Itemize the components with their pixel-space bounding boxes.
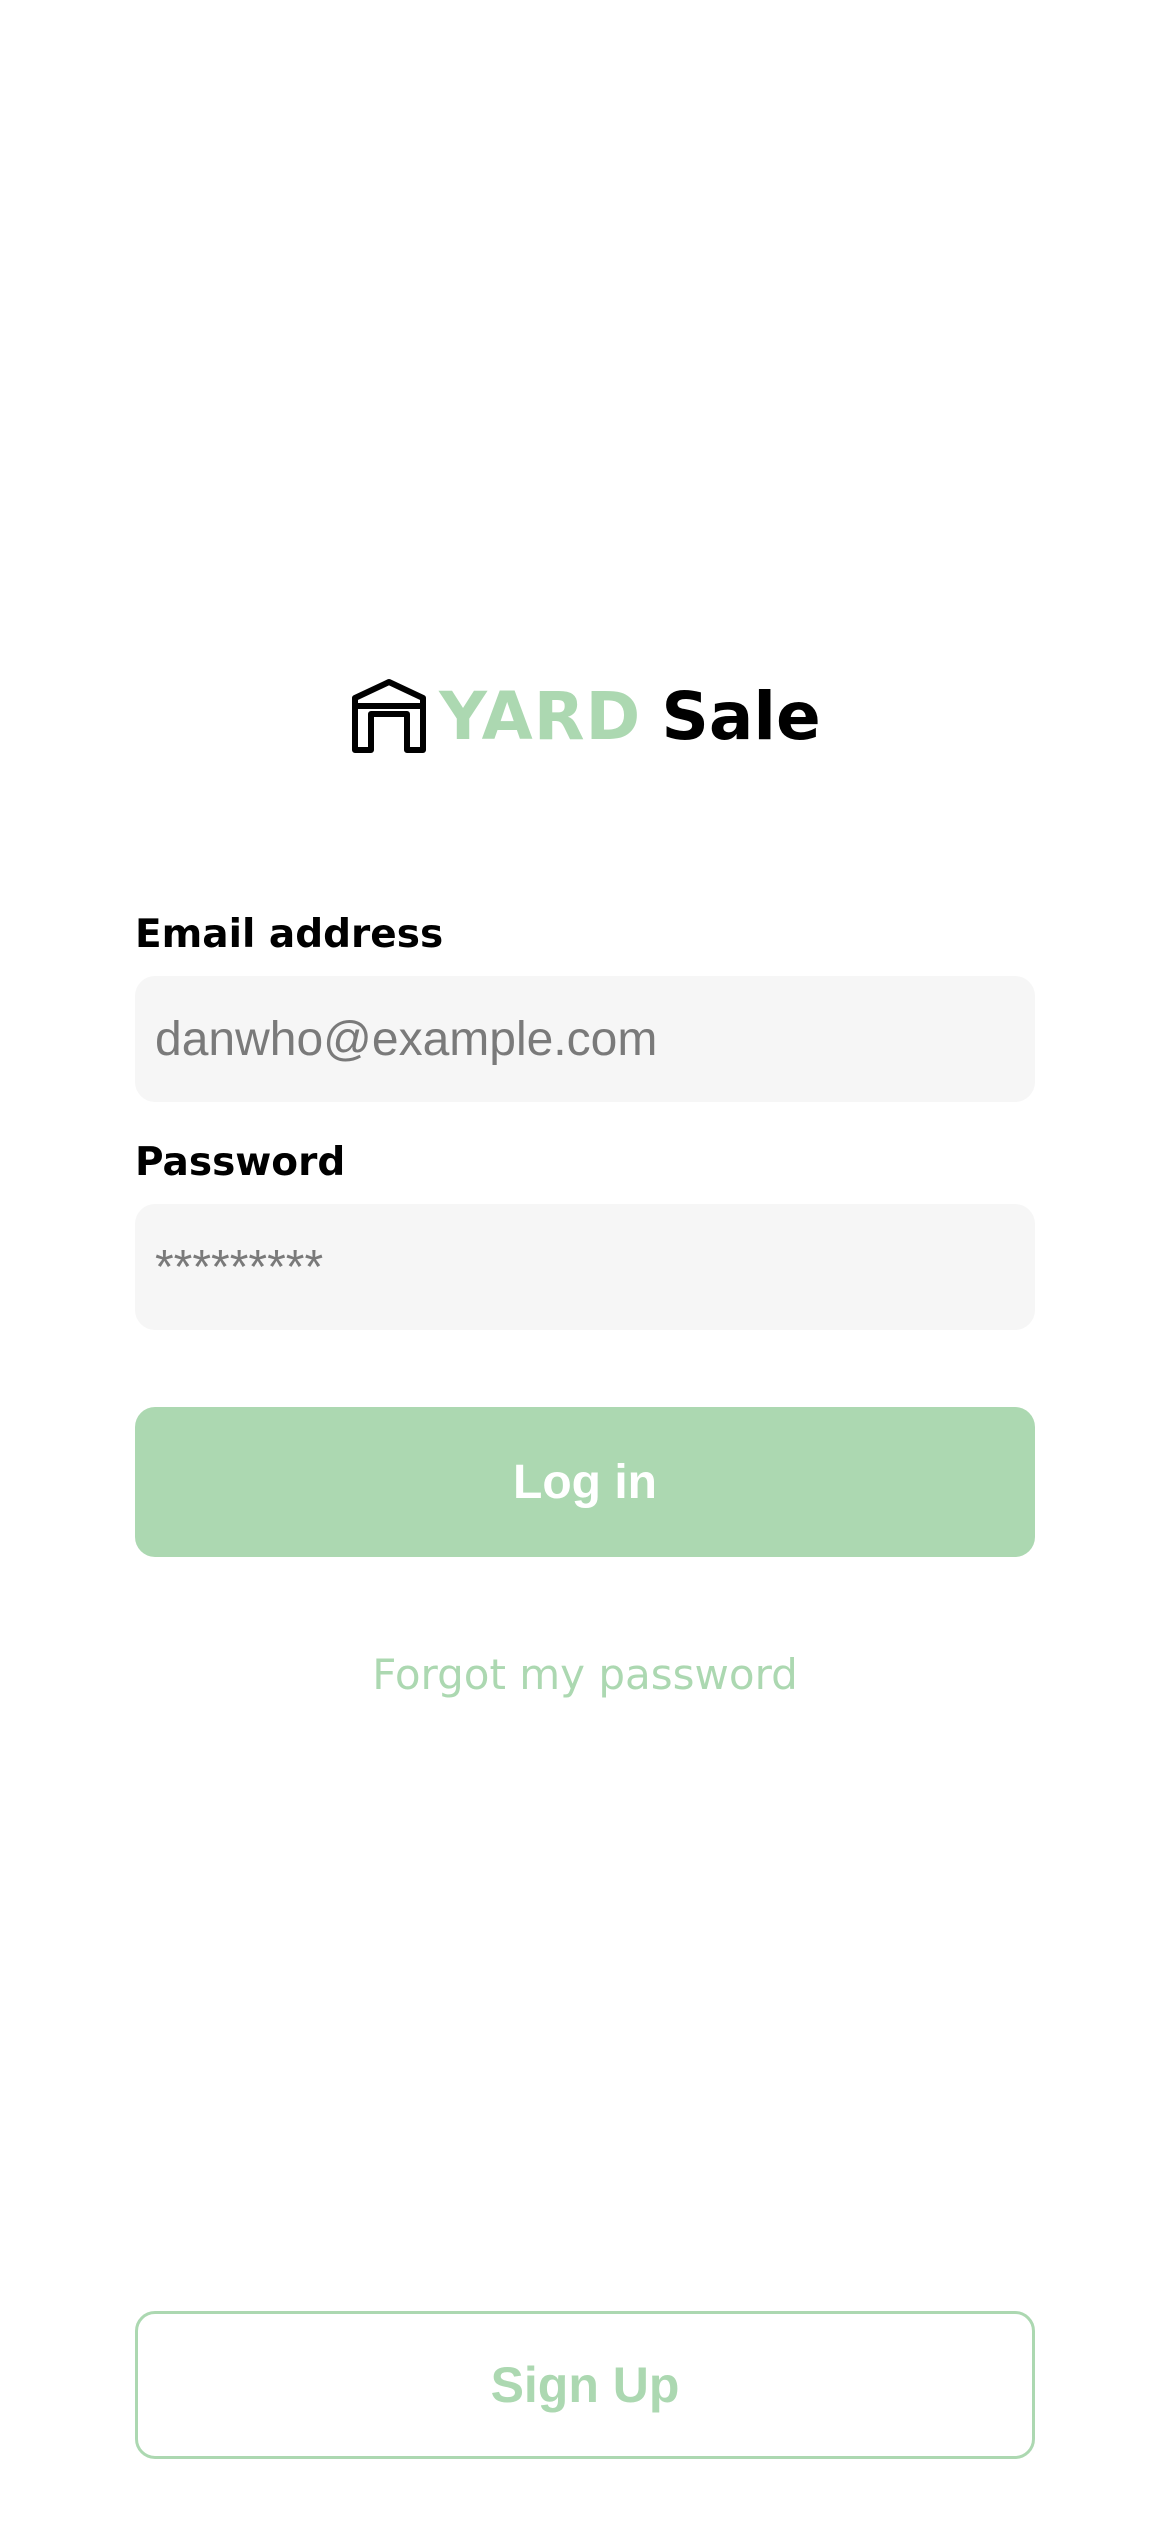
email-label: Email address [135, 912, 444, 957]
login-button[interactable]: Log in [135, 1407, 1035, 1557]
password-field[interactable] [135, 1204, 1035, 1330]
signup-button[interactable]: Sign Up [135, 2311, 1035, 2459]
garage-icon [352, 679, 427, 753]
brand-name-yard: YARD [439, 677, 642, 755]
brand-name-sale: Sale [661, 677, 821, 755]
forgot-password-link[interactable]: Forgot my password [0, 1645, 1170, 1705]
app-logo: YARD Sale [0, 674, 1170, 758]
password-label: Password [135, 1140, 346, 1185]
email-field[interactable] [135, 976, 1035, 1102]
